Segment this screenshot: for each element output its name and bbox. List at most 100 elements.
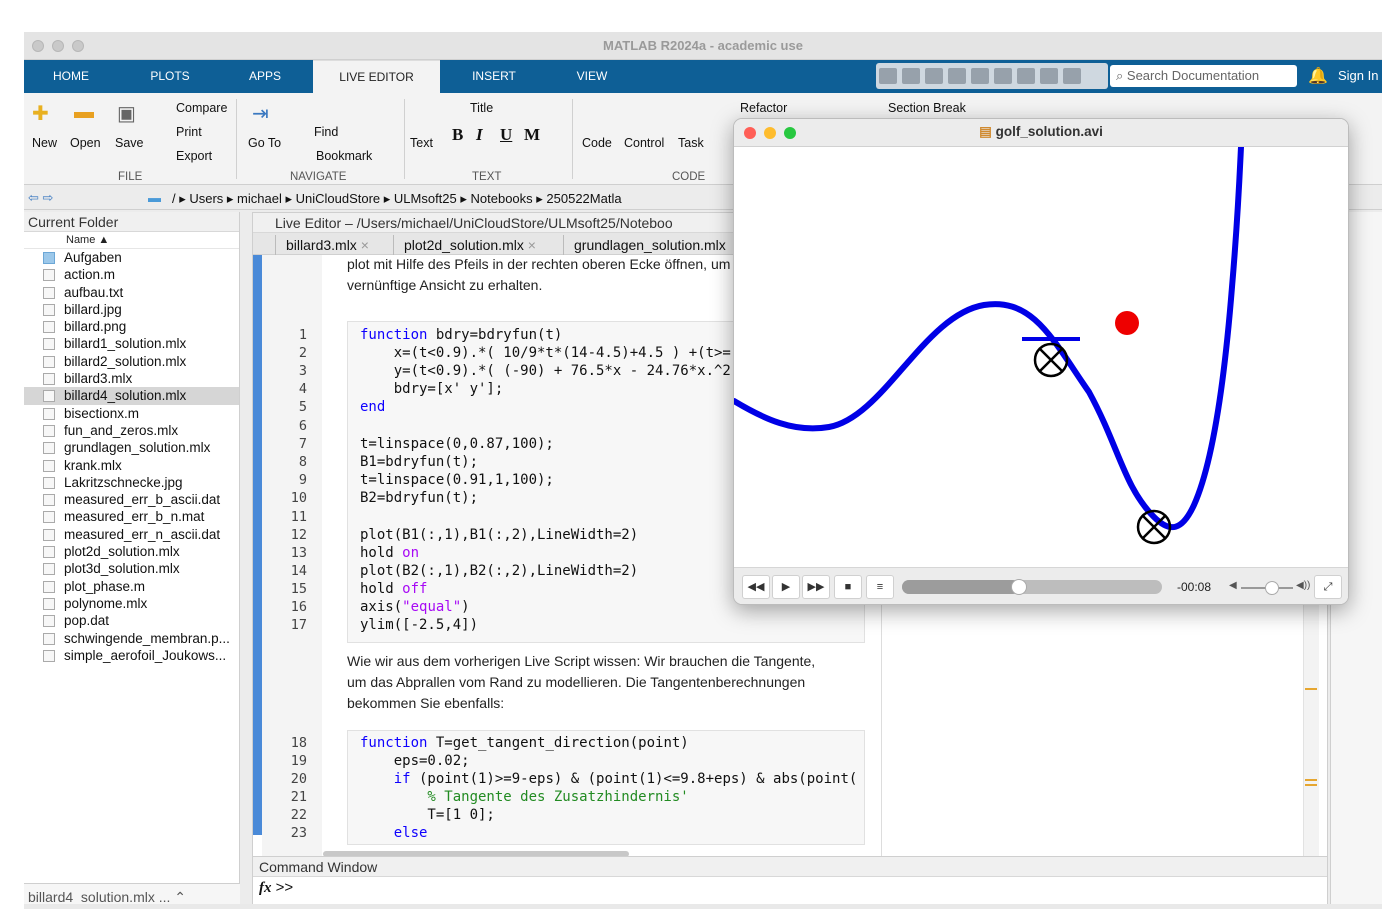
section-break-button[interactable]: Section Break — [888, 101, 966, 115]
code-line[interactable]: function T=get_tangent_direction(point) — [360, 735, 689, 751]
monospace-button[interactable]: M — [524, 125, 540, 145]
goto-button[interactable]: Go To — [248, 136, 281, 150]
file-list-item[interactable]: Lakritzschnecke.jpg — [24, 474, 239, 491]
code-line[interactable]: plot(B2(:,1),B2(:,2),LineWidth=2) — [360, 563, 638, 579]
redo-icon[interactable] — [994, 68, 1012, 84]
title-style-dropdown[interactable]: Title — [470, 101, 493, 115]
file-list-item[interactable]: plot_phase.m — [24, 578, 239, 595]
file-list-item[interactable]: measured_err_b_ascii.dat — [24, 491, 239, 508]
playlist-button[interactable]: ≡ — [866, 575, 894, 599]
print-button[interactable]: Print — [176, 125, 202, 139]
fast-forward-button[interactable]: ▶▶ — [802, 575, 830, 599]
code-line[interactable]: else — [360, 825, 428, 841]
compare-button[interactable]: Compare — [176, 101, 227, 115]
code-line[interactable]: y=(t<0.9).*( (-90) + 76.5*x - 24.76*x.^2 — [360, 363, 731, 379]
file-list-item[interactable]: billard.png — [24, 318, 239, 335]
name-column-header[interactable]: Name ▲ — [24, 232, 239, 249]
file-list-item[interactable]: plot2d_solution.mlx — [24, 543, 239, 560]
file-list-item[interactable]: action.m — [24, 266, 239, 283]
code-line[interactable]: t=linspace(0.91,1,100); — [360, 472, 554, 488]
file-list-item[interactable]: measured_err_b_n.mat — [24, 508, 239, 525]
volume-high-icon[interactable]: ◀)) — [1296, 580, 1310, 591]
code-line[interactable]: hold off — [360, 581, 427, 597]
control-button[interactable]: Control — [624, 136, 664, 150]
sign-in-link[interactable]: Sign In — [1338, 68, 1378, 83]
file-list-item[interactable]: measured_err_n_ascii.dat — [24, 526, 239, 543]
code-line[interactable]: function bdry=bdryfun(t) — [360, 327, 562, 343]
tab-live-editor[interactable]: LIVE EDITOR — [313, 60, 440, 93]
file-list-item[interactable]: Aufgaben — [24, 249, 239, 266]
code-line[interactable]: t=linspace(0,0.87,100); — [360, 436, 554, 452]
code-line[interactable]: if (point(1)>=9-eps) & (point(1)<=9.8+ep… — [360, 771, 858, 787]
file-list-item[interactable]: krank.mlx — [24, 457, 239, 474]
seek-bar[interactable] — [902, 579, 1162, 595]
code-line[interactable]: B1=bdryfun(t); — [360, 454, 478, 470]
close-tab-icon[interactable]: × — [528, 237, 536, 253]
new-button[interactable]: New — [32, 136, 57, 150]
file-list-item[interactable]: plot3d_solution.mlx — [24, 560, 239, 577]
save-file-icon[interactable]: ▣ — [117, 101, 136, 126]
new-icon[interactable]: ✚ — [32, 101, 49, 126]
search-documentation-input[interactable]: ⌕ Search Documentation — [1110, 65, 1297, 87]
fullscreen-button[interactable]: ⤢ — [1314, 575, 1342, 599]
chevron-up-icon[interactable]: ⌃ — [174, 889, 186, 905]
paste-icon[interactable] — [948, 68, 966, 84]
goto-icon[interactable]: ⇥ — [252, 101, 269, 126]
file-list-item[interactable]: pop.dat — [24, 612, 239, 629]
file-list-item[interactable]: billard.jpg — [24, 301, 239, 318]
tab-insert[interactable]: INSERT — [460, 60, 528, 93]
video-frame[interactable] — [734, 144, 1348, 567]
text-paragraph[interactable]: Wie wir aus dem vorherigen Live Script w… — [347, 651, 867, 714]
code-line[interactable]: hold on — [360, 545, 419, 561]
save-icon[interactable] — [879, 68, 897, 84]
file-list-item[interactable]: polynome.mlx — [24, 595, 239, 612]
bookmark-button[interactable]: Bookmark — [316, 149, 372, 163]
open-folder-icon[interactable]: ▬ — [74, 101, 94, 124]
command-prompt[interactable]: fx >> — [259, 879, 293, 897]
seek-bar-handle[interactable] — [1011, 579, 1027, 595]
text-button[interactable]: Text — [410, 136, 433, 150]
export-button[interactable]: Export — [176, 149, 212, 163]
tab-home[interactable]: HOME — [40, 60, 102, 93]
tab-plots[interactable]: PLOTS — [136, 60, 204, 93]
code-comment[interactable]: % Tangente des Zusatzhindernis' — [360, 789, 688, 805]
file-list-item[interactable]: simple_aerofoil_Joukows... — [24, 647, 239, 664]
cut-icon[interactable] — [902, 68, 920, 84]
play-button[interactable]: ▶ — [772, 575, 800, 599]
code-line[interactable]: ylim([-2.5,4]) — [360, 617, 478, 633]
tab-apps[interactable]: APPS — [238, 60, 292, 93]
task-button[interactable]: Task — [678, 136, 704, 150]
file-list-item[interactable]: schwingende_membran.p... — [24, 630, 239, 647]
options-icon[interactable] — [1063, 68, 1081, 84]
file-list-item[interactable]: billard1_solution.mlx — [24, 335, 239, 352]
code-line[interactable]: eps=0.02; — [360, 753, 470, 769]
file-list-item[interactable]: billard3.mlx — [24, 370, 239, 387]
copy-icon[interactable] — [925, 68, 943, 84]
bold-button[interactable]: B — [452, 125, 463, 145]
underline-button[interactable]: U — [500, 125, 512, 145]
help-icon[interactable] — [1040, 68, 1058, 84]
stop-button[interactable]: ■ — [834, 575, 862, 599]
editor-tab[interactable]: plot2d_solution.mlx × — [393, 235, 544, 255]
volume-low-icon[interactable]: ◀ — [1229, 580, 1237, 591]
code-line[interactable]: plot(B1(:,1),B1(:,2),LineWidth=2) — [360, 527, 638, 543]
folder-path[interactable]: / ▸ Users ▸ michael ▸ UniCloudStore ▸ UL… — [172, 191, 622, 207]
file-list-item[interactable]: aufbau.txt — [24, 284, 239, 301]
code-line[interactable]: x=(t<0.9).*( 10/9*t*(14-4.5)+4.5 ) +(t>= — [360, 345, 731, 361]
file-list-item[interactable]: grundlagen_solution.mlx — [24, 439, 239, 456]
code-button[interactable]: Code — [582, 136, 612, 150]
file-list-item[interactable]: billard2_solution.mlx — [24, 353, 239, 370]
fx-icon[interactable]: fx — [259, 880, 272, 896]
code-line[interactable]: bdry=[x' y']; — [360, 381, 504, 397]
file-list-item[interactable]: billard4_solution.mlx — [24, 387, 239, 405]
undo-icon[interactable] — [971, 68, 989, 84]
close-tab-icon[interactable]: × — [361, 237, 369, 253]
back-arrow-icon[interactable]: ⇦ ⇨ — [28, 190, 53, 206]
volume-slider[interactable] — [1241, 581, 1293, 595]
save-button[interactable]: Save — [115, 136, 144, 150]
editor-tab[interactable]: billard3.mlx × — [275, 235, 377, 255]
switch-windows-icon[interactable] — [1017, 68, 1035, 84]
italic-button[interactable]: I — [476, 125, 483, 145]
code-line[interactable]: T=[1 0]; — [360, 807, 494, 823]
editor-tab[interactable]: grundlagen_solution.mlx — [563, 235, 734, 255]
